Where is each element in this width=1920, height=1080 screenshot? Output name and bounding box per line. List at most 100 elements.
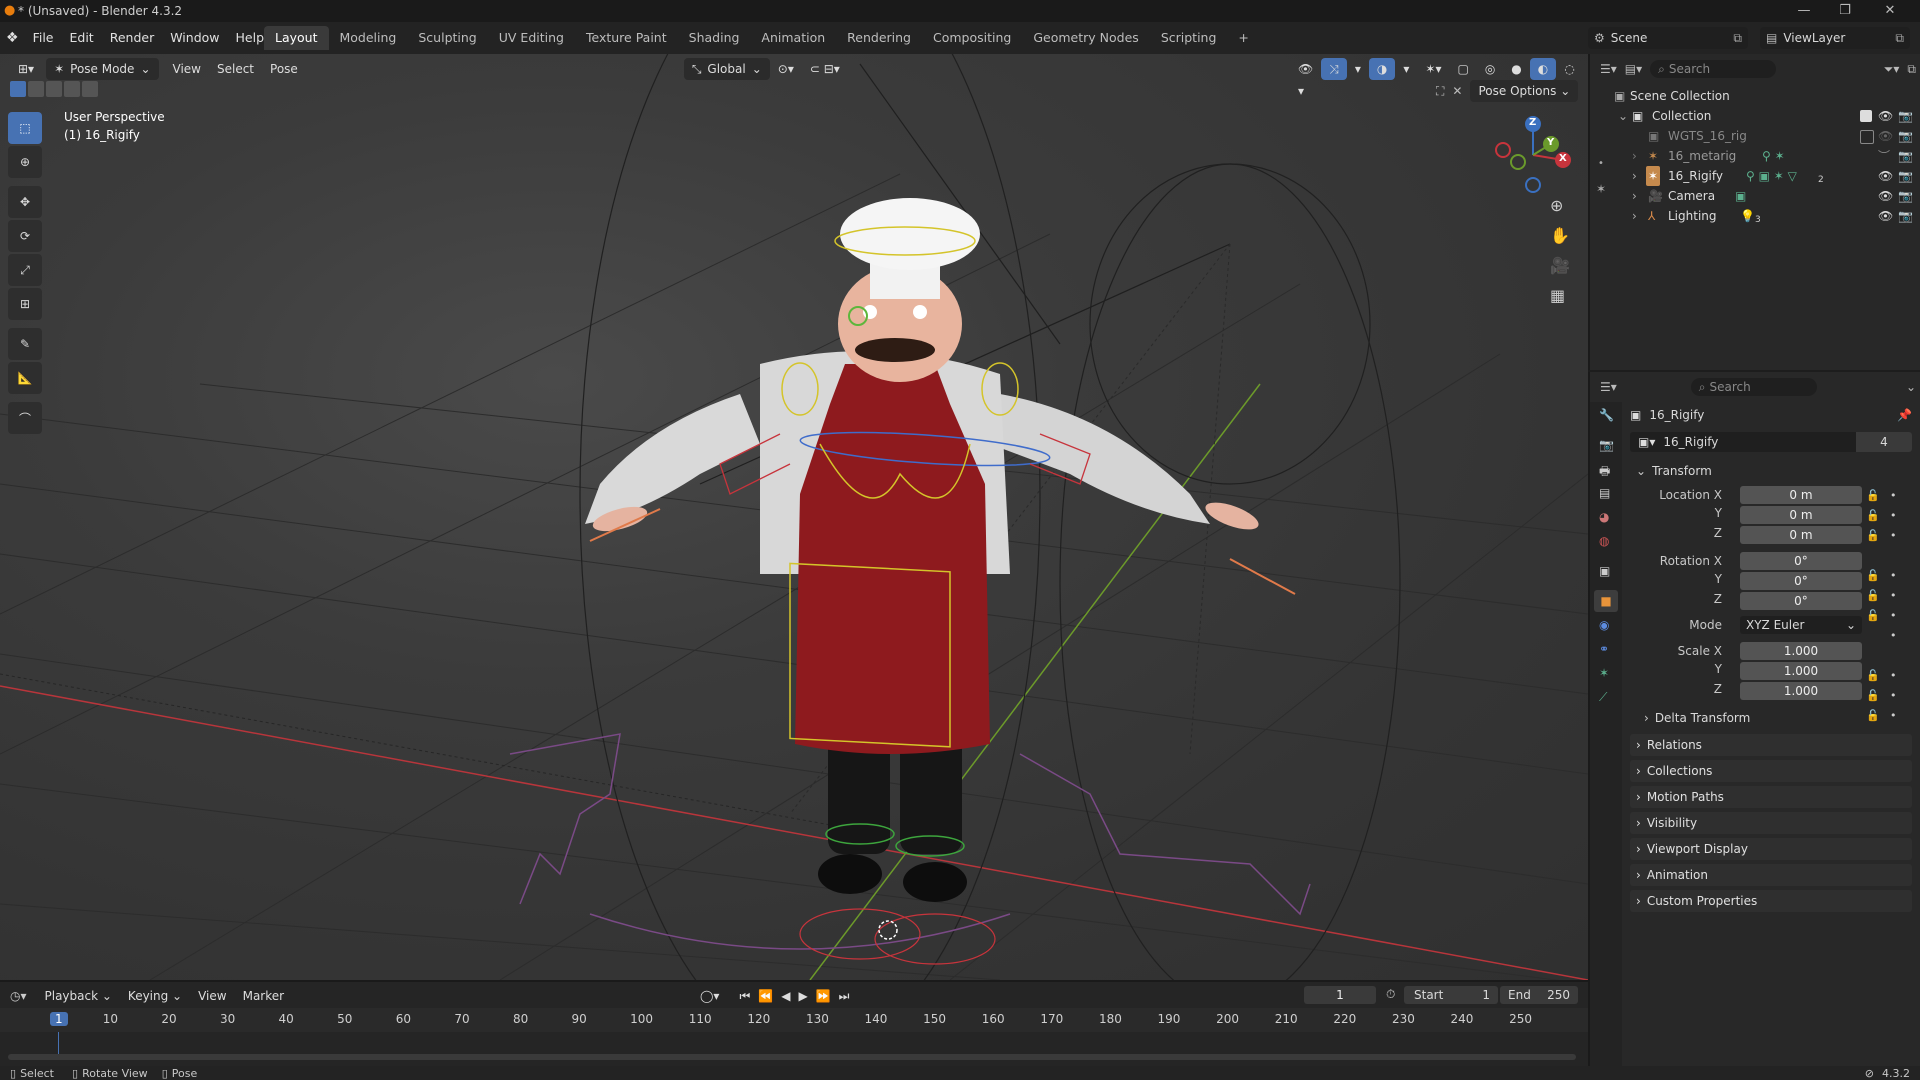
display-mode-icon[interactable]: ▤▾ bbox=[1625, 62, 1642, 76]
mode-selector[interactable]: ✶ Pose Mode ⌄ bbox=[46, 58, 159, 80]
select-intersect-icon[interactable] bbox=[82, 81, 98, 97]
object-datablock-selector[interactable]: ▣▾ 16_Rigify 4 bbox=[1630, 432, 1912, 452]
eye-closed-icon[interactable]: ︶ bbox=[1878, 146, 1890, 166]
outliner-row-metarig[interactable]: › ✶ 16_metarig ⚲ ✶ ︶ 📷 bbox=[1590, 146, 1920, 166]
menu-view[interactable]: View bbox=[165, 58, 209, 80]
menu-select[interactable]: Select bbox=[209, 58, 262, 80]
eye-icon[interactable]: 👁 bbox=[1878, 186, 1893, 206]
annotate-tool[interactable]: ✎ bbox=[8, 328, 42, 360]
bone-xray-icon[interactable]: ✶▾ bbox=[1417, 58, 1449, 80]
rotation-z-field[interactable]: 0° bbox=[1740, 592, 1862, 610]
location-z-field[interactable]: 0 m bbox=[1740, 526, 1862, 544]
outliner-row-collection[interactable]: ⌄ ▣ Collection 👁 📷 bbox=[1590, 106, 1920, 126]
user-count[interactable]: 4 bbox=[1856, 432, 1912, 452]
wgts-checkbox[interactable] bbox=[1860, 130, 1874, 144]
xray-icon[interactable]: ▢ bbox=[1449, 58, 1476, 80]
tab-geometry-nodes[interactable]: Geometry Nodes bbox=[1022, 26, 1149, 50]
gizmo-toggle-icon[interactable]: ⤨ bbox=[1321, 58, 1347, 80]
output-tab-icon[interactable]: 🖶 bbox=[1599, 462, 1610, 483]
snap-icon[interactable]: ⊂ ⊟▾ bbox=[802, 58, 848, 80]
new-collection-icon[interactable]: ⧉ bbox=[1907, 62, 1916, 77]
properties-editor-icon[interactable]: ☰▾ bbox=[1600, 380, 1617, 394]
rendered-shading-icon[interactable]: ◌ bbox=[1556, 58, 1582, 80]
armature-data-tab-icon[interactable]: ✶ bbox=[1599, 666, 1609, 680]
rotate-tool[interactable]: ⟳ bbox=[8, 220, 42, 252]
pan-hand-icon[interactable]: ✋ bbox=[1550, 226, 1570, 245]
render-camera-icon[interactable]: 📷 bbox=[1898, 206, 1913, 226]
menu-file[interactable]: File bbox=[25, 22, 62, 54]
tab-rendering[interactable]: Rendering bbox=[836, 26, 922, 50]
viewlayer-new-icon[interactable]: ⧉ bbox=[1895, 31, 1904, 46]
gizmo-dropdown-icon[interactable]: ▾ bbox=[1347, 58, 1369, 80]
overlay-toggle-icon[interactable]: ◑ bbox=[1368, 58, 1396, 80]
delta-transform-subpanel[interactable]: › Delta Transform bbox=[1644, 708, 1912, 728]
eye-icon[interactable]: 👁 bbox=[1878, 126, 1893, 146]
outliner-row-wgts[interactable]: ▣ WGTS_16_rig 👁 📷 bbox=[1590, 126, 1920, 146]
collections-panel[interactable]: › Collections bbox=[1630, 760, 1912, 782]
close-icon[interactable]: ✕ bbox=[1875, 3, 1905, 18]
scale-z-field[interactable]: 1.000 bbox=[1740, 682, 1862, 700]
render-camera-icon[interactable]: 📷 bbox=[1898, 146, 1913, 166]
tab-scripting[interactable]: Scripting bbox=[1150, 26, 1228, 50]
chevron-right-icon[interactable]: › bbox=[1632, 206, 1637, 226]
render-camera-icon[interactable]: 📷 bbox=[1898, 166, 1913, 186]
pin-icon[interactable]: 📌 bbox=[1897, 408, 1912, 422]
chevron-right-icon[interactable]: › bbox=[1632, 146, 1637, 166]
tab-animation[interactable]: Animation bbox=[750, 26, 836, 50]
keyframe-dots[interactable]: • • • • • • • • • • bbox=[1890, 486, 1897, 726]
bone-tab-icon[interactable]: ⟋ bbox=[1599, 690, 1607, 705]
outliner-row-camera[interactable]: › 🎥 Camera ▣ 👁 📷 bbox=[1590, 186, 1920, 206]
timeline-scrollbar[interactable] bbox=[8, 1054, 1576, 1060]
tab-shading[interactable]: Shading bbox=[678, 26, 751, 50]
transform-orientation-selector[interactable]: ⤡ Global ⌄ bbox=[683, 58, 770, 80]
tab-compositing[interactable]: Compositing bbox=[922, 26, 1022, 50]
scale-y-field[interactable]: 1.000 bbox=[1740, 662, 1862, 680]
datablock-name[interactable]: 16_Rigify bbox=[1663, 435, 1718, 449]
object-tab-icon[interactable]: ■ bbox=[1594, 590, 1618, 612]
render-camera-icon[interactable]: 📷 bbox=[1898, 186, 1913, 206]
select-invert-icon[interactable] bbox=[64, 81, 80, 97]
animation-panel[interactable]: › Animation bbox=[1630, 864, 1912, 886]
select-extend-icon[interactable] bbox=[28, 81, 44, 97]
viewlayer-selector[interactable]: ▤ ViewLayer ⧉ bbox=[1760, 27, 1910, 49]
editor-type-icon[interactable]: ⊞▾ bbox=[10, 58, 42, 80]
world-tab-icon[interactable]: ◍ bbox=[1599, 534, 1609, 548]
rotation-y-field[interactable]: 0° bbox=[1740, 572, 1862, 590]
collection-tab-icon[interactable]: ▣ bbox=[1599, 564, 1610, 578]
minimize-icon[interactable]: — bbox=[1789, 3, 1819, 18]
scene-selector[interactable]: ⚙ Scene ⧉ bbox=[1588, 27, 1748, 49]
zoom-icon[interactable]: ⊕ bbox=[1550, 196, 1563, 215]
chevron-right-icon[interactable]: › bbox=[1632, 186, 1637, 206]
3d-viewport[interactable]: ⊞▾ ✶ Pose Mode ⌄ View Select Pose ⤡ Glob… bbox=[0, 54, 1588, 980]
outliner-side-armature-icon[interactable]: ✶ bbox=[1596, 182, 1606, 196]
eye-icon[interactable]: 👁 bbox=[1878, 206, 1893, 226]
tool-tab-icon[interactable]: 🔧 bbox=[1599, 408, 1614, 422]
outliner-search-input[interactable]: ⌕ Search bbox=[1650, 60, 1777, 78]
pivot-point-icon[interactable]: ⊙▾ bbox=[770, 58, 802, 80]
transform-affect-icon[interactable]: ⛶ bbox=[1436, 84, 1444, 99]
eye-icon[interactable]: 👁 bbox=[1878, 166, 1893, 186]
pose-options-button[interactable]: Pose Options ⌄ bbox=[1470, 80, 1579, 102]
viewport-display-panel[interactable]: › Viewport Display bbox=[1630, 838, 1912, 860]
properties-options-icon[interactable]: ⌄ bbox=[1906, 380, 1916, 394]
move-tool[interactable]: ✥ bbox=[8, 186, 42, 218]
rotation-x-field[interactable]: 0° bbox=[1740, 552, 1862, 570]
material-shading-icon[interactable]: ◐ bbox=[1529, 58, 1557, 80]
outliner-row-scene-collection[interactable]: ▣ Scene Collection bbox=[1590, 86, 1920, 106]
tab-layout[interactable]: Layout bbox=[264, 26, 329, 50]
navigation-gizmo[interactable]: Z X Y bbox=[1488, 110, 1578, 200]
outliner-editor-icon[interactable]: ☰▾ bbox=[1600, 62, 1617, 76]
select-subtract-icon[interactable] bbox=[46, 81, 62, 97]
render-tab-icon[interactable]: 📷 bbox=[1599, 438, 1614, 452]
measure-tool[interactable]: 📐 bbox=[8, 362, 42, 394]
view-layer-tab-icon[interactable]: ▤ bbox=[1599, 486, 1610, 500]
perspective-toggle-icon[interactable]: ▦ bbox=[1550, 286, 1565, 305]
overlay-dropdown-icon[interactable]: ▾ bbox=[1395, 58, 1417, 80]
object-browse-icon[interactable]: ▣▾ bbox=[1638, 435, 1655, 449]
bone-size-tool[interactable]: ⌒ bbox=[8, 402, 42, 434]
mirror-x-icon[interactable]: ✕ bbox=[1452, 84, 1462, 98]
eye-icon[interactable]: 👁 bbox=[1878, 106, 1893, 126]
menu-render[interactable]: Render bbox=[102, 22, 163, 54]
menu-edit[interactable]: Edit bbox=[61, 22, 101, 54]
wireframe-shading-icon[interactable]: ◎ bbox=[1477, 58, 1503, 80]
